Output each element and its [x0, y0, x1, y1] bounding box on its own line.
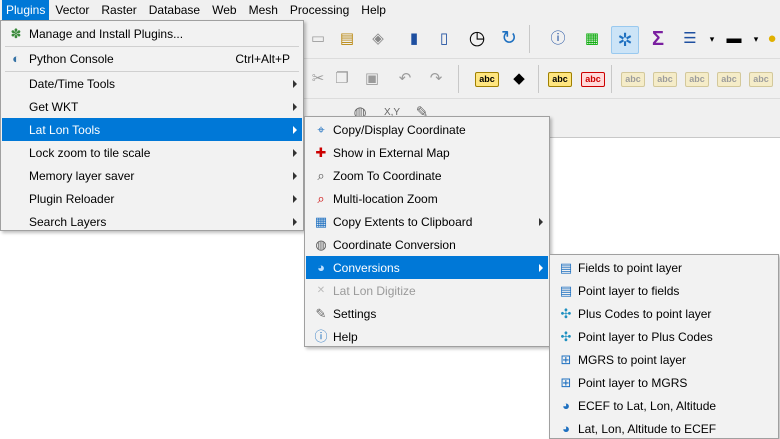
menu-item-plus-codes-to-point[interactable]: ✣ Plus Codes to point layer: [551, 302, 777, 325]
menu-item-lat-lon-digitize[interactable]: ✕ Lat Lon Digitize: [306, 279, 548, 302]
menu-item-fields-to-point[interactable]: ▤ Fields to point layer: [551, 256, 777, 279]
help-icon: ⓘ: [314, 328, 328, 344]
submenu-arrow-icon: [293, 217, 297, 226]
menu-database[interactable]: Database: [143, 0, 206, 20]
menu-item-lat-lon-tools[interactable]: Lat Lon Tools: [2, 118, 302, 141]
add-layer-icon[interactable]: ▮: [402, 27, 426, 51]
submenu-arrow-icon: [293, 194, 297, 203]
change-label-icon[interactable]: abc: [748, 67, 774, 91]
menu-vector[interactable]: Vector: [49, 0, 95, 20]
grid-icon: ⊞: [560, 351, 572, 367]
menu-item-lock-zoom[interactable]: Lock zoom to tile scale: [2, 141, 302, 164]
submenu-arrow-icon: [293, 125, 297, 134]
conversions-icon: ◕: [317, 259, 325, 275]
menu-item-python-console[interactable]: ◐ Python Console Ctrl+Alt+P: [2, 47, 302, 70]
multi-zoom-icon: ⌕: [317, 190, 325, 206]
menu-raster[interactable]: Raster: [95, 0, 142, 20]
digitize-icon: ✕: [316, 284, 326, 296]
statistics-icon[interactable]: ▦: [580, 27, 604, 51]
menu-item-mgrs-to-point[interactable]: ⊞ MGRS to point layer: [551, 348, 777, 371]
settings-cog-icon[interactable]: ✲: [611, 26, 639, 54]
submenu-arrow-icon: [293, 102, 297, 111]
ecef-icon: ◕: [562, 397, 570, 413]
copy-icon[interactable]: ❐: [330, 67, 354, 91]
submenu-arrow-icon: [539, 217, 543, 226]
grid-point-icon: ⊞: [560, 374, 572, 390]
puzzle-icon: ✽: [10, 25, 22, 41]
menu-item-ecef-to-lla[interactable]: ◕ ECEF to Lat, Lon, Altitude: [551, 394, 777, 417]
new-layer-icon[interactable]: ▤: [335, 27, 359, 51]
menu-item-search-layers[interactable]: Search Layers: [2, 210, 302, 233]
menu-help[interactable]: Help: [355, 0, 392, 20]
menubar: Plugins Vector Raster Database Web Mesh …: [0, 0, 780, 20]
pin-label-icon[interactable]: abc: [547, 67, 573, 91]
toggle-label-icon[interactable]: abc: [652, 67, 678, 91]
move-label-icon[interactable]: abc: [684, 67, 710, 91]
attribute-table-icon[interactable]: ☰: [678, 27, 702, 51]
redo-icon[interactable]: ↷: [424, 67, 448, 91]
menu-item-settings[interactable]: ✎ Settings: [306, 302, 548, 325]
menu-item-manage-plugins[interactable]: ✽ Manage and Install Plugins...: [2, 22, 302, 45]
show-hide-label-icon[interactable]: abc: [620, 67, 646, 91]
external-map-icon: ✚: [315, 144, 327, 160]
clock-icon[interactable]: ◷: [465, 27, 489, 51]
submenu-arrow-icon: [539, 263, 543, 272]
plugins-menu: ✽ Manage and Install Plugins... ◐ Python…: [0, 20, 304, 231]
menu-processing[interactable]: Processing: [284, 0, 355, 20]
plus-code-icon: ✣: [560, 305, 572, 321]
menu-item-point-to-mgrs[interactable]: ⊞ Point layer to MGRS: [551, 371, 777, 394]
menu-item-conversions[interactable]: ◕ Conversions: [306, 256, 548, 279]
globe-icon: ◍: [315, 236, 327, 252]
bookmark-icon[interactable]: ▯: [432, 27, 456, 51]
layer-icon[interactable]: ▭: [306, 27, 330, 51]
menu-item-point-to-plus-codes[interactable]: ✣ Point layer to Plus Codes: [551, 325, 777, 348]
submenu-arrow-icon: [293, 148, 297, 157]
undo-icon[interactable]: ↶: [393, 67, 417, 91]
menu-item-multi-location-zoom[interactable]: ⌕ Multi-location Zoom: [306, 187, 548, 210]
settings-icon: ✎: [315, 305, 327, 321]
label-icon[interactable]: abc: [474, 67, 500, 91]
menu-web[interactable]: Web: [206, 0, 242, 20]
lat-lon-tools-menu: ⌖ Copy/Display Coordinate ✚ Show in Exte…: [304, 116, 550, 347]
plus-code-icon: ✣: [560, 328, 572, 344]
table-icon: ▤: [559, 259, 573, 275]
edit-layer-icon[interactable]: ◈: [366, 27, 390, 51]
menu-mesh[interactable]: Mesh: [243, 0, 284, 20]
menu-item-memory-layer-saver[interactable]: Memory layer saver: [2, 164, 302, 187]
paste-icon[interactable]: ▣: [360, 67, 384, 91]
menu-item-get-wkt[interactable]: Get WKT: [2, 95, 302, 118]
menu-item-coordinate-conversion[interactable]: ◍ Coordinate Conversion: [306, 233, 548, 256]
ecef-icon: ◕: [562, 420, 570, 436]
diagram-icon[interactable]: ◆: [507, 67, 531, 91]
menu-item-datetime-tools[interactable]: Date/Time Tools: [2, 72, 302, 95]
menu-item-zoom-to-coordinate[interactable]: ⌕ Zoom To Coordinate: [306, 164, 548, 187]
menu-item-copy-display-coordinate[interactable]: ⌖ Copy/Display Coordinate: [306, 118, 548, 141]
menu-item-point-to-fields[interactable]: ▤ Point layer to fields: [551, 279, 777, 302]
menu-item-plugin-reloader[interactable]: Plugin Reloader: [2, 187, 302, 210]
tips-icon[interactable]: ●: [760, 27, 780, 51]
submenu-arrow-icon: [293, 171, 297, 180]
refresh-icon[interactable]: ↻: [497, 27, 521, 51]
highlight-label-icon[interactable]: abc: [580, 67, 606, 91]
menu-item-help[interactable]: ⓘ Help: [306, 325, 548, 348]
copy-extents-icon: ▦: [314, 213, 328, 229]
rotate-label-icon[interactable]: abc: [716, 67, 742, 91]
zoom-coordinate-icon: ⌕: [317, 167, 325, 183]
table-icon: ▤: [559, 282, 573, 298]
conversions-menu: ▤ Fields to point layer ▤ Point layer to…: [549, 254, 779, 439]
menu-item-show-external-map[interactable]: ✚ Show in External Map: [306, 141, 548, 164]
submenu-arrow-icon: [293, 79, 297, 88]
menu-item-copy-extents[interactable]: ▦ Copy Extents to Clipboard: [306, 210, 548, 233]
menu-plugins[interactable]: Plugins: [2, 0, 50, 20]
copy-coordinate-icon: ⌖: [317, 121, 325, 137]
python-icon: ◐: [12, 50, 20, 66]
sigma-icon[interactable]: Σ: [646, 27, 670, 51]
cut-icon[interactable]: ✂: [306, 67, 330, 91]
identify-icon[interactable]: ⓘ: [546, 27, 570, 51]
measure-icon[interactable]: ▬: [722, 27, 746, 51]
menu-item-lla-to-ecef[interactable]: ◕ Lat, Lon, Altitude to ECEF: [551, 417, 777, 439]
chevron-down-icon[interactable]: ▾: [700, 27, 724, 51]
